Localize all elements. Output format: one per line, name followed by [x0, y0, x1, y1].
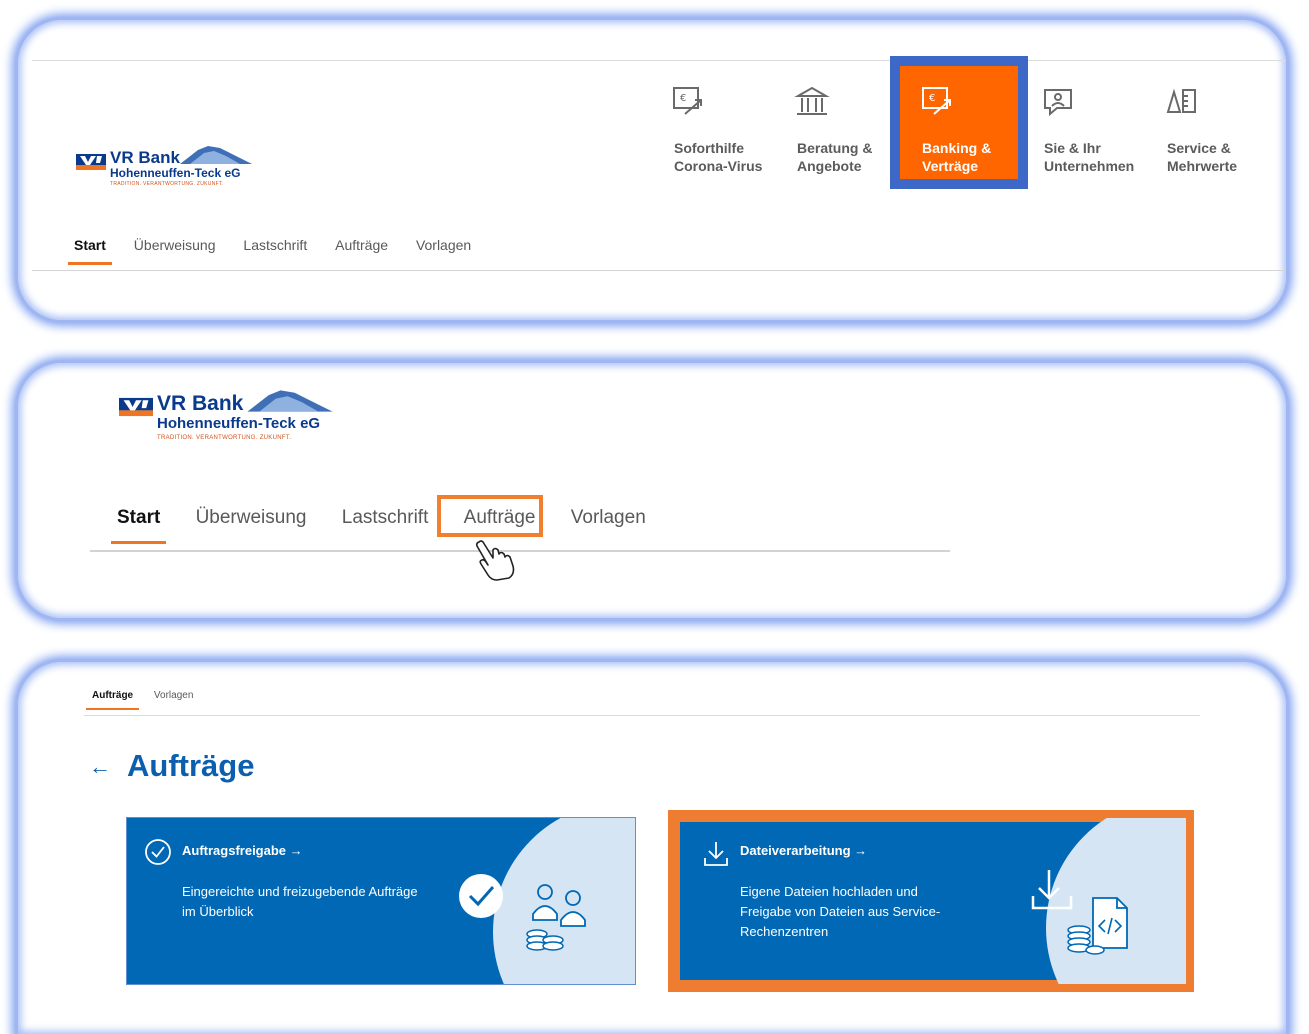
check-circle-icon [145, 839, 171, 865]
tab-lastschrift[interactable]: Lastschrift [342, 507, 429, 529]
megamenu-label: Banking & Verträge [922, 140, 992, 174]
card-title: Dateiverarbeitung → [740, 843, 868, 858]
card-description: Eingereichte und freizugebende Aufträge … [182, 884, 418, 919]
highlight-auftraege-tab [437, 495, 543, 537]
banking-subnav: Start Überweisung Lastschrift Aufträge V… [68, 237, 495, 265]
tab-vorlagen[interactable]: Vorlagen [154, 690, 193, 701]
tab-ueberweisung[interactable]: Überweisung [134, 237, 216, 253]
megamenu-label: Beratung & Angebote [797, 140, 873, 174]
bank-tagline: TRADITION. VERANTWORTUNG. ZUKUNFT. [157, 435, 292, 441]
download-icon [704, 842, 728, 866]
subnav-divider [32, 270, 1286, 271]
pointer-hand-icon [475, 540, 515, 581]
screenshot-panel-zoomed-subnav: VR Bank Hohenneuffen-Teck eG TRADITION. … [18, 363, 1286, 618]
tab-start[interactable]: Start [110, 507, 167, 544]
tab-ueberweisung[interactable]: Überweisung [196, 507, 307, 529]
tab-vorlagen[interactable]: Vorlagen [571, 507, 646, 529]
approval-people-illustration-icon [459, 874, 586, 951]
megamenu-label: Sie & Ihr Unternehmen [1044, 140, 1135, 174]
bank-logo[interactable]: VR Bank Hohenneuffen-Teck eG TRADITION. … [76, 146, 276, 193]
bank-name: VR Bank [157, 392, 244, 415]
svg-text:€: € [929, 93, 935, 104]
subnav-divider [90, 550, 950, 552]
screenshot-panel-navigation: VR Bank Hohenneuffen-Teck eG TRADITION. … [18, 20, 1286, 320]
megamenu-sie-unternehmen[interactable]: Sie & Ihr Unternehmen [1022, 54, 1145, 184]
bank-logo[interactable]: VR Bank Hohenneuffen-Teck eG TRADITION. … [119, 390, 359, 451]
screenshot-panel-auftraege-page: Aufträge Vorlagen ← Aufträge Auftragsfre… [18, 662, 1286, 1034]
bank-subname: Hohenneuffen-Teck eG [110, 166, 241, 180]
card-title: Auftragsfreigabe → [182, 843, 303, 858]
svg-text:€: € [680, 93, 686, 104]
tab-auftraege[interactable]: Aufträge [85, 690, 140, 710]
subnav-divider [84, 715, 1200, 716]
back-arrow-icon[interactable]: ← [89, 754, 111, 780]
mountain-logo-icon [180, 146, 252, 164]
tab-auftraege[interactable]: Aufträge [335, 237, 388, 253]
megamenu-label: Service & Mehrwerte [1167, 140, 1238, 174]
file-upload-illustration-icon [1031, 870, 1128, 955]
bank-name: VR Bank [110, 148, 180, 167]
card-auftragsfreigabe[interactable]: Auftragsfreigabe → Eingereichte und frei… [126, 817, 636, 985]
page-title: Aufträge [127, 748, 255, 783]
banking-subnav: Start Überweisung Lastschrift Aufträge V… [110, 507, 676, 544]
tab-start[interactable]: Start [68, 237, 112, 265]
tab-lastschrift[interactable]: Lastschrift [243, 237, 307, 253]
bank-tagline: TRADITION. VERANTWORTUNG. ZUKUNFT. [110, 181, 224, 187]
volksbank-mark-icon [76, 154, 106, 170]
tab-vorlagen[interactable]: Vorlagen [416, 237, 471, 253]
megamenu-beratung[interactable]: Beratung & Angebote [775, 54, 898, 184]
bank-building-icon [794, 86, 830, 115]
bank-subname: Hohenneuffen-Teck eG [157, 415, 321, 432]
auftraege-subnav: Aufträge Vorlagen [85, 690, 211, 710]
card-dateiverarbeitung[interactable]: Dateiverarbeitung → Eigene Dateien hochl… [668, 810, 1194, 992]
euro-transfer-icon: € [673, 87, 702, 115]
megamenu-soforthilfe[interactable]: € Soforthilfe Corona-Virus [652, 54, 775, 184]
speech-person-icon [1044, 89, 1072, 117]
euro-transfer-icon: € [922, 87, 951, 115]
megamenu-banking-vertraege[interactable]: € Banking & Verträge [890, 56, 1028, 189]
volksbank-mark-icon [119, 397, 153, 417]
megamenu-label: Soforthilfe Corona-Virus [674, 140, 763, 174]
mountain-logo-icon [247, 390, 333, 412]
service-icon [1166, 88, 1196, 113]
card-description: Eigene Dateien hochladen und Freigabe vo… [740, 884, 941, 939]
megamenu-service-mehrwerte[interactable]: Service & Mehrwerte [1145, 54, 1268, 184]
